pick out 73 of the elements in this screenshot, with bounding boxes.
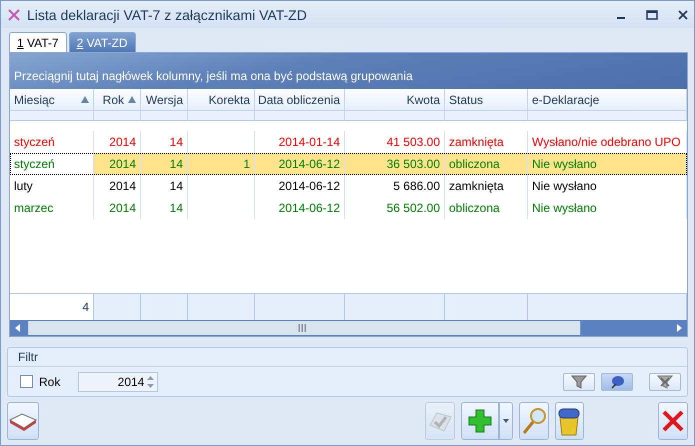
tab[interactable]: 1 VAT-7 <box>9 32 67 52</box>
year-spinner[interactable]: 2014 <box>78 372 158 392</box>
table-cell: 5 686.00 <box>345 175 445 197</box>
plus-icon <box>468 409 492 433</box>
column-header[interactable]: Data obliczenia <box>255 89 345 111</box>
column-header[interactable]: Miesiąc <box>10 89 94 111</box>
table-cell: zamknięta <box>445 175 528 197</box>
caret-icon <box>502 419 509 423</box>
filter-cell[interactable] <box>141 111 188 121</box>
sort-ascending-icon <box>128 96 136 103</box>
column-header[interactable]: Wersja <box>141 89 188 111</box>
table-cell: 2014 <box>94 175 141 197</box>
column-header[interactable]: e-Deklaracje <box>528 89 687 111</box>
table-row[interactable]: marzec 2014 14 2014-06-12 56 502.00 obliczona Nie wysłano <box>10 197 687 219</box>
table-cell: luty <box>10 175 94 197</box>
group-by-hint: Przeciągnij tutaj nagłówek kolumny, jeśli ma ona być podstawą grupowania <box>10 53 687 89</box>
column-header[interactable]: Kwota <box>345 89 445 111</box>
filter-toggle-button[interactable] <box>649 372 681 390</box>
filter-cell[interactable] <box>255 111 345 121</box>
table-cell: 56 502.00 <box>345 197 445 219</box>
table-row[interactable]: luty 2014 14 2014-06-12 5 686.00 zamknięta Nie wysłano <box>10 175 687 197</box>
column-header[interactable]: Status <box>445 89 528 111</box>
close-icon[interactable] <box>678 10 688 20</box>
table-cell: obliczona <box>445 153 528 175</box>
close-button[interactable] <box>658 402 688 440</box>
book-button[interactable] <box>7 402 39 440</box>
filter-title: Filtr <box>8 348 687 367</box>
close-icon <box>661 409 686 433</box>
maximize-icon[interactable] <box>646 10 658 20</box>
filter-toggle-button[interactable] <box>601 372 633 390</box>
table-cell: obliczona <box>445 197 528 219</box>
table-cell: 1 <box>188 153 255 175</box>
column-header[interactable]: Korekta <box>188 89 255 111</box>
footer-cell: 4 <box>10 294 94 320</box>
column-header[interactable]: Rok <box>94 89 141 111</box>
table-cell: 14 <box>141 197 188 219</box>
filter-cell[interactable] <box>445 111 528 121</box>
dropdown-button[interactable] <box>498 402 513 440</box>
table-row[interactable]: styczeń 2014 14 1 2014-06-12 36 503.00 obliczona Nie wysłano <box>10 153 687 175</box>
search-button[interactable] <box>518 402 548 440</box>
checkbox[interactable] <box>20 375 33 388</box>
table-cell: 14 <box>141 153 188 175</box>
table-cell: 2014-06-12 <box>255 153 345 175</box>
filter-toggle-button[interactable] <box>563 372 595 390</box>
app-icon <box>7 8 21 22</box>
magnifier-icon <box>520 407 547 435</box>
table-cell: marzec <box>10 197 94 219</box>
horizontal-scrollbar[interactable] <box>10 320 687 336</box>
window-title: Lista deklaracji VAT-7 z załącznikami VAT-ZD <box>27 6 308 22</box>
table-cell: 2014 <box>94 153 141 175</box>
table-cell: 14 <box>141 175 188 197</box>
filter-cell[interactable] <box>10 111 94 121</box>
table-cell: 2014-06-12 <box>255 197 345 219</box>
pin-icon <box>609 374 625 388</box>
filter-cell[interactable] <box>345 111 445 121</box>
funnel-icon <box>571 374 587 388</box>
table-cell: Nie wysłano <box>528 153 687 175</box>
filter-cell[interactable] <box>528 111 687 121</box>
table-cell: Nie wysłano <box>528 197 687 219</box>
clear-filter-icon <box>657 374 673 388</box>
table-cell: styczeń <box>10 131 94 153</box>
table-cell: 36 503.00 <box>345 153 445 175</box>
add-button[interactable] <box>460 402 499 440</box>
sort-ascending-icon <box>81 96 89 103</box>
table-cell: 2014 <box>94 197 141 219</box>
checkbox-label: Rok <box>39 374 60 388</box>
filter-cell[interactable] <box>94 111 141 121</box>
table-cell: Nie wysłano <box>528 175 687 197</box>
table-cell: 2014-06-12 <box>255 175 345 197</box>
filter-cell[interactable] <box>188 111 255 121</box>
bin-button[interactable] <box>554 402 584 440</box>
spin-arrows-icon <box>147 374 154 388</box>
trash-bin-icon <box>557 406 582 436</box>
